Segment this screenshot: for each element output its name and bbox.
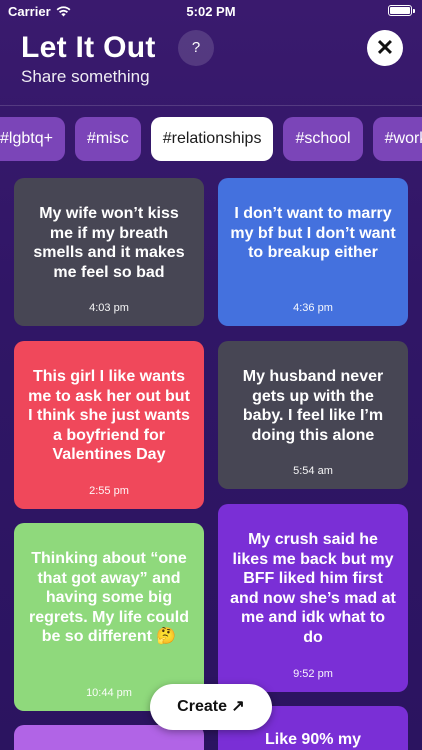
status-bar: Carrier 5:02 PM	[0, 0, 422, 22]
close-button[interactable]: ✕	[367, 30, 403, 66]
help-button[interactable]: ?	[178, 30, 214, 66]
header: Let It Out Share something ? ✕	[21, 30, 403, 92]
post-card[interactable]: My wife won’t kiss me if my breath smell…	[14, 178, 204, 326]
tag-school[interactable]: #school	[283, 117, 363, 161]
post-text: Like 90% my	[264, 731, 362, 748]
post-time: 5:54 am	[293, 465, 333, 477]
tag-filter-bar: #lgbtq+ #misc #relationships #school #wo…	[0, 117, 422, 161]
post-card[interactable]: I don’t want to marry my bf but I don’t …	[218, 178, 408, 326]
tag-misc[interactable]: #misc	[74, 117, 141, 161]
divider	[0, 105, 422, 106]
post-card[interactable]: My husband never gets up with the baby. …	[218, 341, 408, 489]
post-text: I don’t want to marry my bf but I don’t …	[230, 205, 396, 261]
clock: 5:02 PM	[186, 4, 236, 19]
battery-icon	[388, 5, 415, 16]
post-text: This girl I like wants me to ask her out…	[28, 368, 190, 463]
post-text: My crush said he likes me back but my BF…	[230, 531, 396, 646]
post-card[interactable]: My crush said he likes me back but my BF…	[218, 504, 408, 692]
post-card[interactable]: This girl I like wants me to ask her out…	[14, 341, 204, 509]
tag-work[interactable]: #work	[372, 117, 422, 161]
tag-lgbtq[interactable]: #lgbtq+	[0, 117, 65, 161]
post-text: Thinking about “one that got away” and h…	[28, 550, 190, 645]
page-subtitle: Share something	[21, 67, 150, 86]
post-time: 4:03 pm	[89, 302, 129, 314]
tag-relationships[interactable]: #relationships	[150, 117, 274, 161]
post-text: My wife won’t kiss me if my breath smell…	[33, 205, 185, 281]
post-time: 9:52 pm	[293, 668, 333, 680]
post-time: 2:55 pm	[89, 485, 129, 497]
post-card[interactable]: Thinking about “one that got away” and h…	[14, 523, 204, 711]
post-text: My husband never gets up with the baby. …	[242, 368, 384, 444]
post-time: 4:36 pm	[293, 302, 333, 314]
create-button[interactable]: Create ↗	[150, 684, 272, 730]
